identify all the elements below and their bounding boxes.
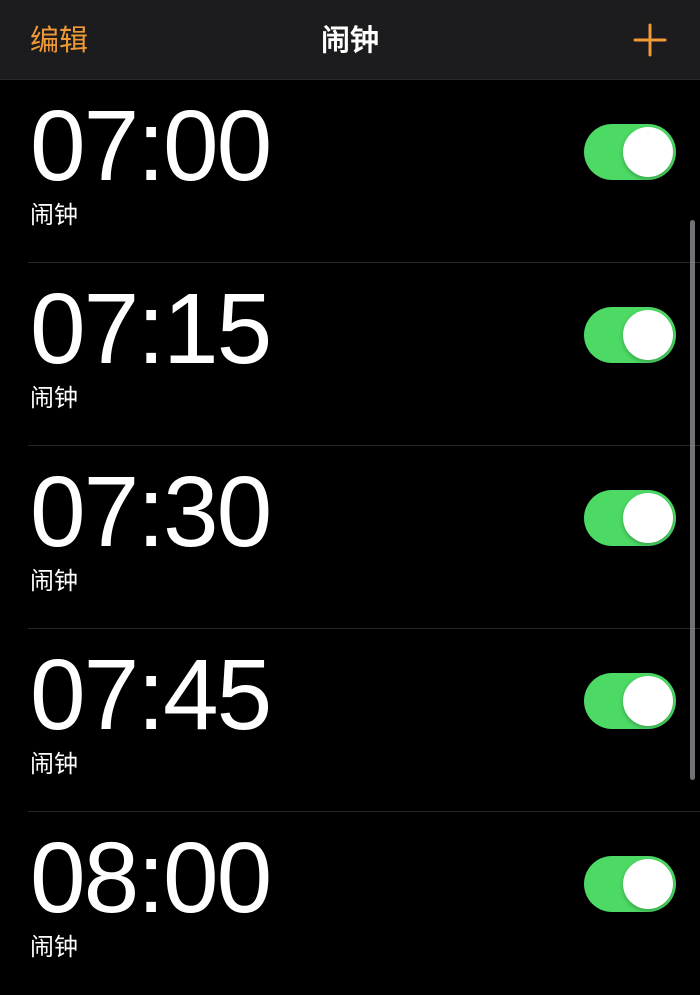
toggle-knob	[623, 676, 673, 726]
alarm-list: 07:00 闹钟 07:15 闹钟 07:30 闹钟 07:45 闹钟 08:0…	[0, 80, 700, 995]
alarm-row[interactable]: 07:00 闹钟	[28, 80, 700, 263]
alarm-label: 闹钟	[30, 567, 78, 595]
alarm-row[interactable]: 07:45 闹钟	[28, 629, 700, 812]
alarm-label: 闹钟	[30, 201, 78, 229]
alarm-label: 闹钟	[30, 750, 78, 778]
alarm-time: 07:30	[30, 456, 272, 568]
alarm-toggle[interactable]	[584, 307, 676, 363]
toggle-knob	[623, 127, 673, 177]
toggle-knob	[623, 859, 673, 909]
alarm-time: 08:00	[30, 822, 272, 934]
alarm-toggle[interactable]	[584, 856, 676, 912]
alarm-row[interactable]: 08:00 闹钟	[28, 812, 700, 995]
alarm-toggle[interactable]	[584, 490, 676, 546]
page-title: 闹钟	[320, 23, 379, 57]
alarm-toggle[interactable]	[584, 124, 676, 180]
toggle-knob	[623, 310, 673, 360]
add-alarm-button[interactable]	[632, 22, 668, 58]
alarm-row[interactable]: 07:30 闹钟	[28, 446, 700, 629]
alarm-row[interactable]: 07:15 闹钟	[28, 263, 700, 446]
alarm-time: 07:00	[30, 90, 272, 202]
alarm-time: 07:15	[30, 273, 272, 385]
alarm-label: 闹钟	[30, 384, 78, 412]
alarm-toggle[interactable]	[584, 673, 676, 729]
navigation-bar: 编辑 闹钟	[0, 0, 700, 80]
scrollbar[interactable]	[690, 220, 695, 780]
alarm-label: 闹钟	[30, 933, 78, 961]
alarm-time: 07:45	[30, 639, 272, 751]
plus-icon	[633, 23, 667, 57]
toggle-knob	[623, 493, 673, 543]
